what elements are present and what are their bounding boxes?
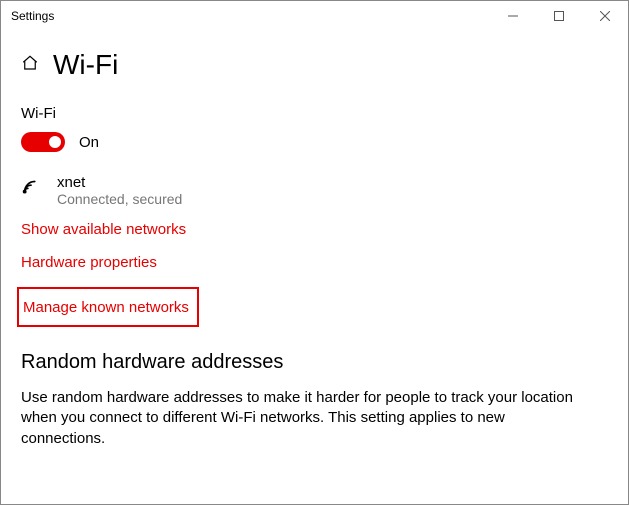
toggle-knob (49, 136, 61, 148)
connection-ssid: xnet (57, 174, 182, 191)
show-available-networks-link[interactable]: Show available networks (21, 221, 186, 238)
wifi-section-label: Wi-Fi (21, 105, 608, 122)
content-area: Wi-Fi Wi-Fi On xnet Connected, secured S… (1, 31, 628, 449)
wifi-signal-icon (21, 174, 43, 203)
close-button[interactable] (582, 1, 628, 31)
connection-status: Connected, secured (57, 191, 182, 207)
current-connection[interactable]: xnet Connected, secured (21, 174, 608, 207)
maximize-icon (554, 11, 564, 21)
close-icon (600, 11, 610, 21)
maximize-button[interactable] (536, 1, 582, 31)
titlebar: Settings (1, 1, 628, 31)
random-mac-description: Use random hardware addresses to make it… (21, 388, 581, 449)
minimize-button[interactable] (490, 1, 536, 31)
page-title: Wi-Fi (53, 49, 118, 81)
manage-known-networks-link[interactable]: Manage known networks (23, 299, 189, 316)
hardware-properties-link[interactable]: Hardware properties (21, 254, 157, 271)
wifi-toggle-row: On (21, 132, 608, 152)
home-icon[interactable] (21, 54, 39, 77)
connection-text: xnet Connected, secured (57, 174, 182, 207)
manage-known-highlight: Manage known networks (17, 287, 199, 327)
window-controls (490, 1, 628, 31)
random-mac-heading: Random hardware addresses (21, 351, 608, 374)
page-header: Wi-Fi (21, 49, 608, 81)
minimize-icon (508, 11, 518, 21)
window-title: Settings (11, 9, 54, 23)
wifi-toggle-state: On (79, 134, 99, 151)
wifi-toggle[interactable] (21, 132, 65, 152)
